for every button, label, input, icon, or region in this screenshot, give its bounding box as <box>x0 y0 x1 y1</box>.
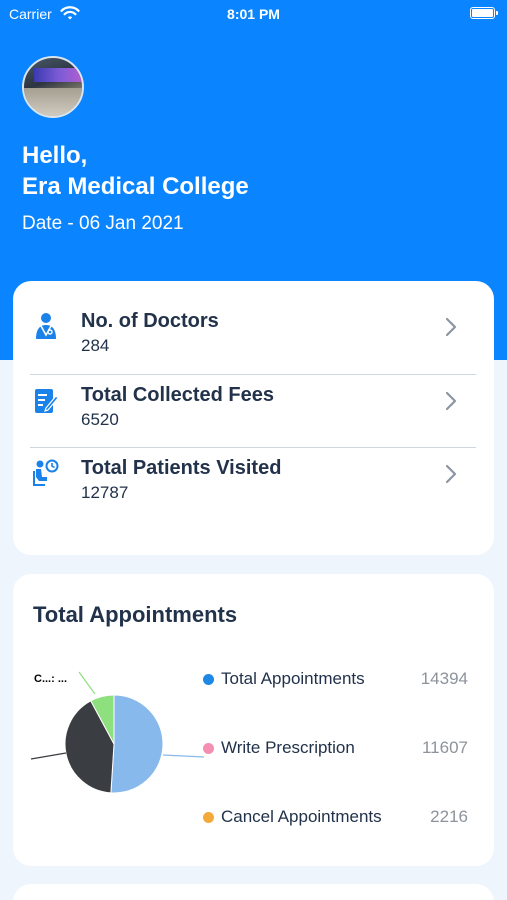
pie-svg: C...: ... <box>30 671 205 794</box>
stat-title: Total Collected Fees <box>81 384 275 406</box>
appointments-card: Total Appointments C...: ... Total Appoi… <box>13 574 494 866</box>
legend-label: Write Prescription <box>221 738 355 757</box>
doctor-icon <box>36 313 56 339</box>
legend-value: 11607 <box>421 738 468 757</box>
status-bar: Carrier 8:01 PM <box>0 0 507 30</box>
stat-row-fees[interactable]: Total Collected Fees 6520 <box>30 374 476 447</box>
greeting: Hello, Era Medical College <box>22 140 249 202</box>
legend-dot <box>203 674 214 685</box>
stat-value: 12787 <box>81 483 129 502</box>
stats-card: No. of Doctors 284 Total Collected Fees … <box>13 281 494 555</box>
pie-leader-line <box>78 671 96 695</box>
legend-label: Cancel Appointments <box>221 807 382 826</box>
chevron-right-icon <box>445 317 457 337</box>
legend-value: 14394 <box>420 669 468 688</box>
stat-row-patients[interactable]: Total Patients Visited 12787 <box>30 447 476 520</box>
pie-small-label: C...: ... <box>34 673 67 685</box>
next-card <box>13 884 494 900</box>
chevron-right-icon <box>445 391 457 411</box>
legend-value: 2216 <box>430 807 468 826</box>
legend-dot <box>203 812 214 823</box>
appointments-title: Total Appointments <box>33 602 238 627</box>
greeting-hello: Hello, <box>22 142 88 169</box>
legend-item: Total Appointments 14394 <box>203 668 473 690</box>
stat-title: No. of Doctors <box>81 310 219 332</box>
legend-item: Write Prescription 11607 <box>203 737 473 759</box>
date-label: Date - 06 Jan 2021 <box>22 213 184 234</box>
patient-waiting-icon <box>33 459 59 486</box>
stat-value: 284 <box>81 336 110 355</box>
stat-row-doctors[interactable]: No. of Doctors 284 <box>30 301 476 374</box>
pie-slice <box>110 694 164 794</box>
chevron-right-icon <box>445 464 457 484</box>
avatar[interactable] <box>22 56 84 118</box>
legend-item: Cancel Appointments 2216 <box>203 806 473 828</box>
stat-title: Total Patients Visited <box>81 457 282 479</box>
fees-edit-icon <box>35 389 59 413</box>
legend-dot <box>203 743 214 754</box>
stat-value: 6520 <box>81 410 119 429</box>
pie-leader-line <box>30 752 67 760</box>
battery-icon <box>470 7 498 19</box>
greeting-name: Era Medical College <box>22 173 249 200</box>
appointments-pie-chart: C...: ... <box>29 664 209 824</box>
pie-leader-line <box>162 754 205 758</box>
legend-label: Total Appointments <box>221 669 365 688</box>
clock: 8:01 PM <box>227 6 280 22</box>
